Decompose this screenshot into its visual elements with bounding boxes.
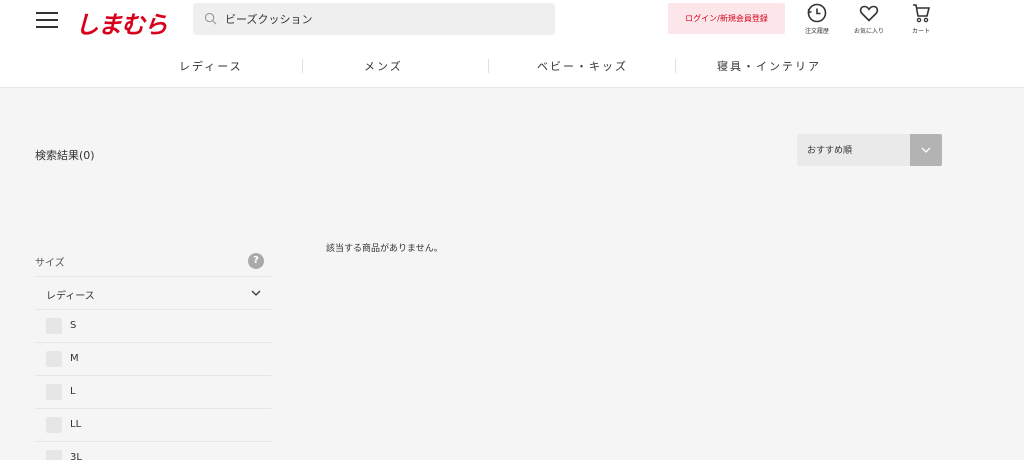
chevron-down-icon[interactable] — [910, 134, 942, 166]
sort-selected-value: おすすめ順 — [807, 146, 853, 156]
cart-icon — [913, 4, 931, 23]
nav-divider — [488, 59, 489, 73]
login-register-button[interactable]: ログイン/新規会員登録 — [668, 3, 785, 34]
size-option-s[interactable]: S — [35, 310, 271, 343]
checkbox[interactable] — [46, 384, 62, 400]
nav-divider — [302, 59, 303, 73]
favorites-label: お気に入り — [853, 28, 884, 35]
help-icon[interactable]: ? — [248, 253, 264, 269]
order-history-label: 注文履歴 — [804, 28, 829, 35]
checkbox[interactable] — [46, 417, 62, 433]
heart-icon — [859, 5, 879, 22]
category-nav: レディース メンズ ベビー・キッズ 寝具・インテリア — [0, 55, 1024, 79]
size-option-m[interactable]: M — [35, 343, 271, 376]
filter-group-label: レディース — [46, 291, 95, 302]
size-option-3l[interactable]: 3L — [35, 442, 271, 460]
logo[interactable]: しまむら — [75, 5, 168, 40]
checkbox[interactable] — [46, 351, 62, 367]
chevron-down-icon — [251, 290, 261, 296]
filter-header: サイズ ? — [35, 249, 271, 277]
search-results-count: 検索結果(0) — [35, 149, 95, 162]
sort-select[interactable]: おすすめ順 — [797, 134, 942, 166]
no-results-message: 該当する商品がありません。 — [326, 244, 443, 254]
nav-item-ladies[interactable]: レディース — [179, 58, 243, 74]
nav-item-bedding-interior[interactable]: 寝具・インテリア — [717, 58, 821, 74]
size-option-label: L — [70, 386, 76, 397]
size-option-ll[interactable]: LL — [35, 409, 271, 442]
checkbox[interactable] — [46, 318, 62, 334]
size-option-label: 3L — [70, 452, 82, 460]
order-history-button[interactable]: 注文履歴 — [794, 2, 840, 35]
size-option-l[interactable]: L — [35, 376, 271, 409]
size-option-label: LL — [70, 419, 82, 430]
site-header: しまむら ログイン/新規会員登録 注文履歴 お気に入り カート レディース — [0, 0, 1024, 88]
nav-item-baby-kids[interactable]: ベビー・キッズ — [537, 58, 628, 74]
size-option-label: S — [70, 320, 77, 331]
nav-divider — [675, 59, 676, 73]
search-box — [193, 3, 555, 35]
filter-group-ladies[interactable]: レディース — [35, 277, 271, 310]
search-icon[interactable] — [204, 12, 217, 25]
nav-item-mens[interactable]: メンズ — [364, 58, 403, 74]
cart-label: カート — [911, 28, 930, 35]
checkbox[interactable] — [46, 450, 62, 460]
clock-icon — [807, 3, 827, 23]
size-filter: サイズ ? レディース S M L LL 3L — [35, 249, 271, 460]
size-option-label: M — [70, 353, 79, 364]
search-input[interactable] — [225, 3, 545, 35]
hamburger-menu-icon[interactable] — [36, 12, 58, 28]
cart-button[interactable]: カート — [898, 2, 944, 35]
favorites-button[interactable]: お気に入り — [846, 2, 892, 35]
filter-title: サイズ — [35, 258, 65, 269]
